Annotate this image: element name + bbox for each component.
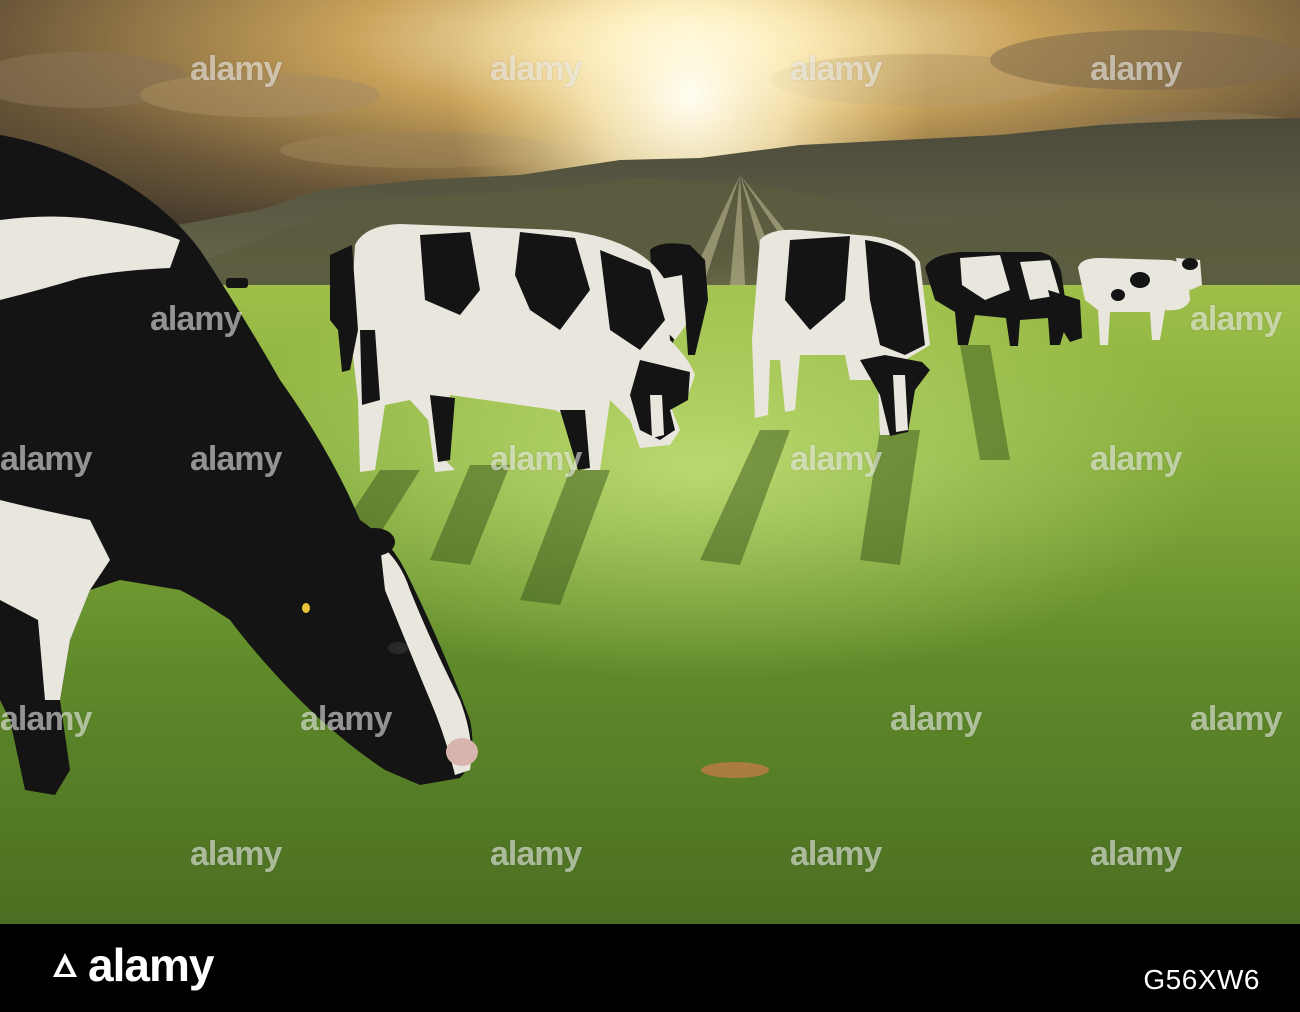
brand-logo[interactable]: alamy [50, 938, 214, 992]
alamy-logo-icon [53, 953, 77, 977]
lens-flare [701, 762, 769, 778]
pasture-scene [0, 0, 1300, 924]
stage: alamy alamy alamy alamy alamy alamy alam… [0, 0, 1300, 1012]
photo: alamy alamy alamy alamy alamy alamy alam… [0, 0, 1300, 924]
brand-name: alamy [88, 939, 214, 991]
distant-cow [226, 278, 248, 288]
footer-bar: alamy G56XW6 [0, 924, 1300, 1012]
image-id: G56XW6 [1143, 964, 1260, 995]
